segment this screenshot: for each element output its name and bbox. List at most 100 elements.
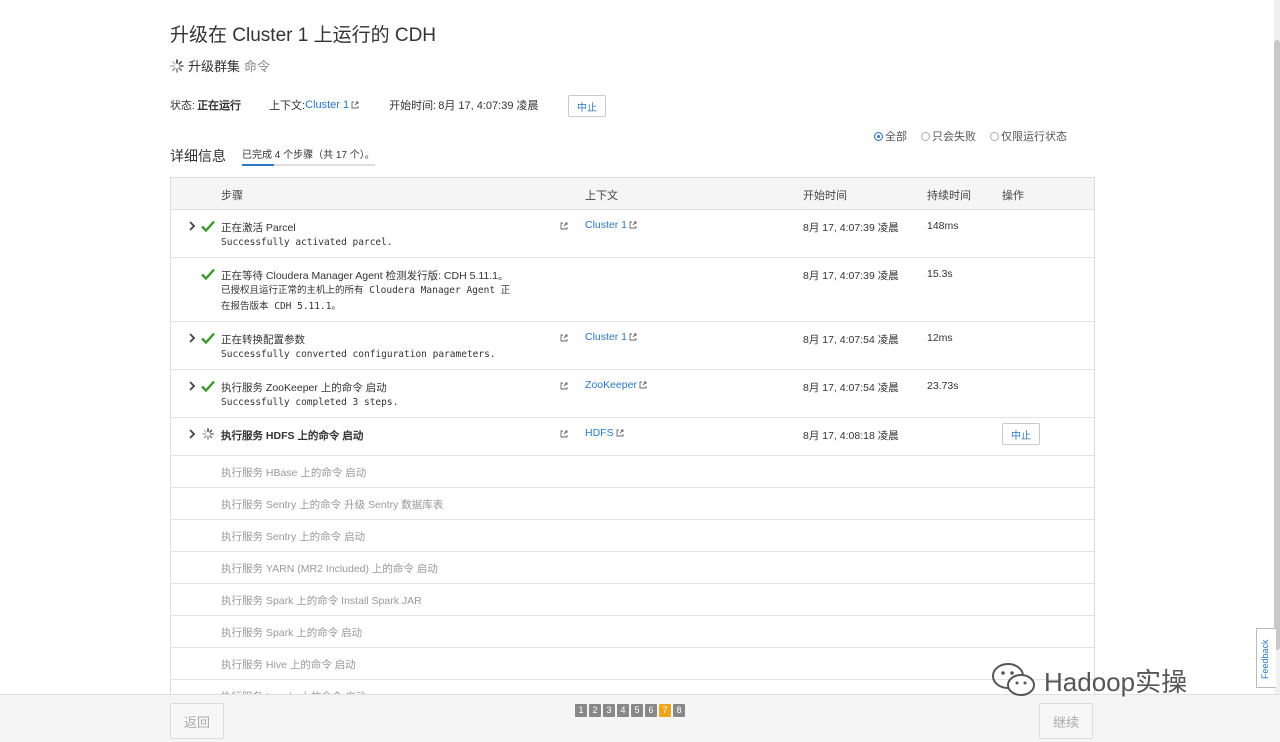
start-time-label: 开始时间: [389, 100, 437, 112]
pending-row: 执行服务 Sentry 上的命令 启动 [171, 520, 1094, 552]
context-link-cluster[interactable]: Cluster 1 [305, 99, 349, 111]
page-1[interactable]: 1 [575, 704, 587, 717]
page-6[interactable]: 6 [645, 704, 657, 717]
filter-failures-label: 只会失败 [932, 131, 976, 143]
status-label: 状态: [170, 100, 196, 112]
table-row: 执行服务 HDFS 上的命令 启动 HDFS 8月 17, 4:08:18 凌晨… [171, 418, 1094, 456]
step-title: 执行服务 YARN (MR2 Included) 上的命令 启动 [221, 563, 438, 575]
step-title: 执行服务 HDFS 上的命令 启动 [221, 430, 364, 442]
details-title: 详细信息 [170, 148, 226, 164]
watermark: Hadoop实操 [990, 660, 1187, 700]
steps-table: 步骤 上下文 开始时间 持续时间 操作 正在激活 Parcel Successf… [170, 177, 1095, 698]
progress-summary: 已完成 4 个步骤（共 17 个）。 [242, 146, 375, 166]
radio-icon [990, 131, 999, 141]
continue-button[interactable]: 继续 [1039, 703, 1093, 739]
step-title: 正在激活 Parcel [221, 222, 296, 234]
step-title: 正在转换配置参数 [221, 334, 305, 346]
start-time-cell: 8月 17, 4:07:54 凌晨 [803, 382, 899, 394]
duration-cell: 148ms [927, 220, 959, 232]
pending-row: 执行服务 Hive 上的命令 启动 [171, 648, 1094, 680]
external-link-icon[interactable] [629, 221, 637, 229]
context-link[interactable]: HDFS [585, 427, 614, 439]
pending-row: 执行服务 Sentry 上的命令 升级 Sentry 数据库表 [171, 488, 1094, 520]
status-value: 正在运行 [197, 100, 242, 112]
pending-row: 执行服务 Spark 上的命令 Install Spark JAR [171, 584, 1094, 616]
col-duration: 持续时间 [927, 190, 971, 202]
chevron-right-icon[interactable] [188, 333, 196, 343]
filter-running-only[interactable]: 仅限运行状态 [990, 128, 1067, 144]
col-context: 上下文 [585, 190, 618, 202]
step-title: 执行服务 Sentry 上的命令 升级 Sentry 数据库表 [221, 499, 444, 511]
feedback-tab[interactable]: Feedback [1256, 628, 1276, 688]
page-2[interactable]: 2 [589, 704, 601, 717]
start-time-cell: 8月 17, 4:07:54 凌晨 [803, 334, 899, 346]
external-link-icon[interactable] [560, 334, 568, 342]
duration-cell: 15.3s [927, 268, 953, 280]
back-button[interactable]: 返回 [170, 703, 224, 739]
external-link-icon[interactable] [560, 382, 568, 390]
step-title: 执行服务 Spark 上的命令 Install Spark JAR [221, 595, 422, 607]
status-line: 状态: 正在运行 上下文: Cluster 1 开始时间: 8月 17, 4:0… [170, 97, 539, 113]
scrollbar-thumb[interactable] [1274, 40, 1280, 650]
page-3[interactable]: 3 [603, 704, 615, 717]
page-7[interactable]: 7 [659, 704, 671, 717]
step-description: Successfully activated parcel. [221, 237, 393, 248]
chevron-right-icon[interactable] [188, 221, 196, 231]
watermark-text: Hadoop实操 [1044, 666, 1188, 697]
page-5[interactable]: 5 [631, 704, 643, 717]
duration-cell: 12ms [927, 332, 953, 344]
start-time-value: 8月 17, 4:07:39 凌晨 [438, 100, 539, 112]
table-row: 执行服务 ZooKeeper 上的命令 启动 Successfully comp… [171, 370, 1094, 418]
step-title: 执行服务 Hive 上的命令 启动 [221, 659, 356, 671]
page-4[interactable]: 4 [617, 704, 629, 717]
step-title: 执行服务 Sentry 上的命令 启动 [221, 531, 366, 543]
step-title: 执行服务 Spark 上的命令 启动 [221, 627, 363, 639]
step-title: 正在等待 Cloudera Manager Agent 检测发行版: CDH 5… [221, 270, 509, 282]
start-time-cell: 8月 17, 4:08:18 凌晨 [803, 430, 899, 442]
context-link[interactable]: Cluster 1 [585, 219, 627, 231]
chevron-right-icon[interactable] [188, 381, 196, 391]
col-action: 操作 [1002, 190, 1024, 202]
external-link-icon[interactable] [629, 333, 637, 341]
context-link[interactable]: Cluster 1 [585, 331, 627, 343]
filter-failures-only[interactable]: 只会失败 [921, 128, 976, 144]
context-cell: Cluster 1 [585, 219, 637, 231]
filter-all-label: 全部 [885, 131, 907, 143]
details-heading: 详细信息 已完成 4 个步骤（共 17 个）。 [170, 146, 375, 166]
check-icon [201, 220, 215, 232]
progress-bar [242, 164, 274, 166]
context-cell: HDFS [585, 427, 624, 439]
step-title: 执行服务 HBase 上的命令 启动 [221, 467, 367, 479]
progress-text: 已完成 4 个步骤（共 17 个）。 [242, 150, 375, 161]
table-row: 正在转换配置参数 Successfully converted configur… [171, 322, 1094, 370]
start-time-cell: 8月 17, 4:07:39 凌晨 [803, 270, 899, 282]
context-link[interactable]: ZooKeeper [585, 379, 637, 391]
filter-all[interactable]: 全部 [874, 128, 907, 144]
command-suffix: 命令 [244, 59, 271, 74]
step-title: 执行服务 ZooKeeper 上的命令 启动 [221, 382, 387, 394]
radio-selected-icon [874, 131, 883, 141]
external-link-icon[interactable] [616, 429, 624, 437]
abort-step-button[interactable]: 中止 [1002, 423, 1040, 445]
external-link-icon[interactable] [560, 222, 568, 230]
spinner-icon [202, 428, 214, 440]
wizard-pager: 1 2 3 4 5 6 7 8 [575, 704, 685, 717]
context-label: 上下文: [269, 100, 306, 112]
spinner-icon [170, 58, 184, 73]
page-8[interactable]: 8 [673, 704, 685, 717]
chevron-right-icon[interactable] [188, 429, 196, 439]
context-cell: ZooKeeper [585, 379, 647, 391]
feedback-label: Feedback [1260, 639, 1270, 679]
command-name: 升级群集 [188, 59, 241, 74]
external-link-icon[interactable] [639, 381, 647, 389]
external-link-icon[interactable] [351, 101, 359, 109]
check-icon [201, 268, 215, 280]
table-row: 正在等待 Cloudera Manager Agent 检测发行版: CDH 5… [171, 258, 1094, 322]
pending-row: 执行服务 Spark 上的命令 启动 [171, 616, 1094, 648]
abort-command-button[interactable]: 中止 [568, 95, 606, 117]
external-link-icon[interactable] [560, 430, 568, 438]
filter-running-label: 仅限运行状态 [1001, 131, 1067, 143]
step-description: Successfully completed 3 steps. [221, 397, 399, 408]
wechat-icon [992, 663, 1035, 696]
step-description: 已授权且运行正常的主机上的所有 Cloudera Manager Agent 正… [221, 285, 511, 312]
